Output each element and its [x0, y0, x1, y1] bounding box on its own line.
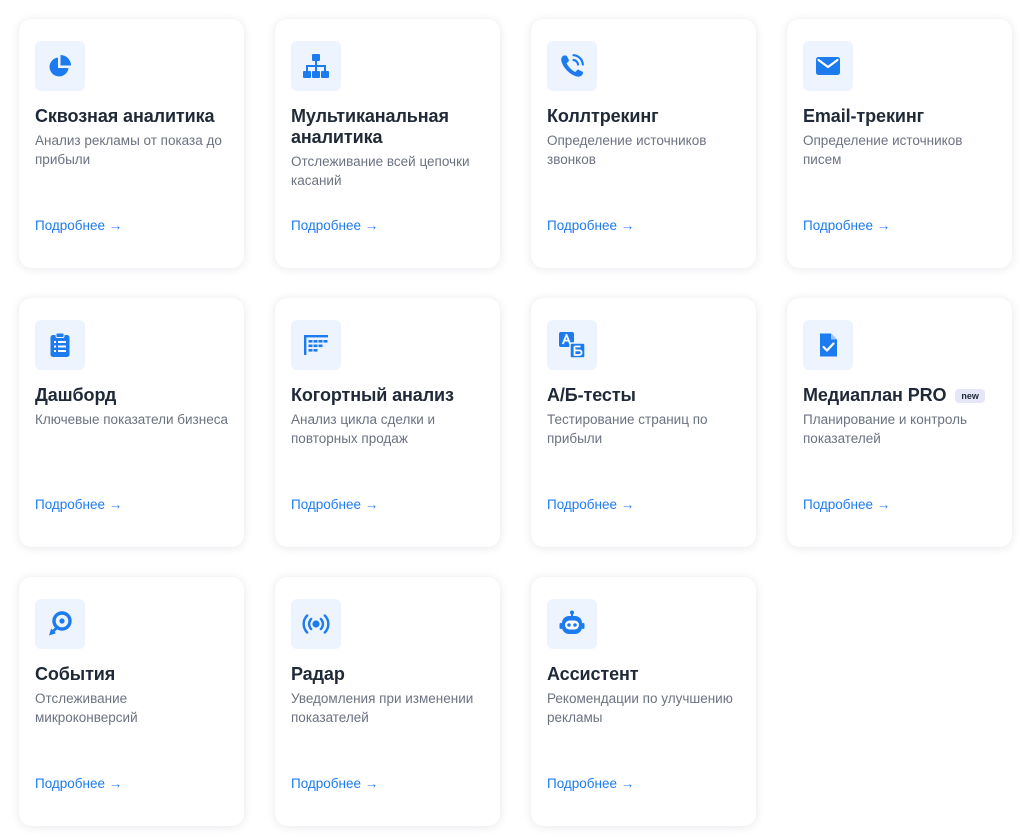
- more-link[interactable]: Подробнее →: [35, 775, 122, 793]
- product-card[interactable]: Дашборд Ключевые показатели бизнеса Подр…: [19, 298, 244, 547]
- product-card[interactable]: Коллтрекинг Определение источников звонк…: [531, 19, 756, 268]
- card-title: Мультиканальная аналитика: [291, 106, 449, 147]
- card-title: События: [35, 664, 116, 684]
- product-card[interactable]: Мультиканальная аналитика Отслеживание в…: [275, 19, 500, 268]
- more-link[interactable]: Подробнее →: [291, 217, 378, 235]
- card-description: Определение источников звонков: [547, 133, 707, 167]
- target-cursor-icon: [35, 599, 85, 649]
- card-title: Дашборд: [35, 385, 117, 405]
- product-card[interactable]: Ассистент Рекомендации по улучшению рекл…: [531, 577, 756, 826]
- product-card[interactable]: Медиаплан PRO new Планирование и контрол…: [787, 298, 1012, 547]
- card-description: Рекомендации по улучшению рекламы: [547, 691, 733, 725]
- new-badge: new: [955, 388, 985, 403]
- clipboard-list-icon: [35, 320, 85, 370]
- product-card[interactable]: Радар Уведомления при изменении показате…: [275, 577, 500, 826]
- card-title: Коллтрекинг: [547, 106, 659, 126]
- more-link[interactable]: Подробнее →: [547, 775, 634, 793]
- card-description: Планирование и контроль показателей: [803, 412, 968, 446]
- more-link[interactable]: Подробнее →: [35, 496, 122, 514]
- product-card[interactable]: Когортный анализ Анализ цикла сделки и п…: [275, 298, 500, 547]
- envelope-icon: [803, 41, 853, 91]
- document-check-icon: [803, 320, 853, 370]
- product-card[interactable]: Сквозная аналитика Анализ рекламы от пок…: [19, 19, 244, 268]
- card-description: Отслеживание микроконверсий: [35, 691, 138, 725]
- card-description: Анализ рекламы от показа до прибыли: [35, 133, 222, 167]
- hierarchy-icon: [291, 41, 341, 91]
- radar-broadcast-icon: [291, 599, 341, 649]
- ab-test-icon: [547, 320, 597, 370]
- card-title: Радар: [291, 664, 345, 684]
- card-title: Когортный анализ: [291, 385, 454, 405]
- card-description: Ключевые показатели бизнеса: [35, 412, 228, 427]
- product-card[interactable]: Email-трекинг Определение источников пис…: [787, 19, 1012, 268]
- cohort-table-icon: [291, 320, 341, 370]
- pie-chart-icon: [35, 41, 85, 91]
- more-link[interactable]: Подробнее →: [35, 217, 122, 235]
- card-description: Анализ цикла сделки и повторных продаж: [291, 412, 436, 446]
- phone-call-icon: [547, 41, 597, 91]
- robot-icon: [547, 599, 597, 649]
- product-grid: Сквозная аналитика Анализ рекламы от пок…: [19, 19, 1012, 826]
- card-title: А/Б-тесты: [547, 385, 636, 405]
- card-description: Отслеживание всей цепочки касаний: [291, 154, 470, 188]
- card-title: Ассистент: [547, 664, 639, 684]
- card-description: Тестирование страниц по прибыли: [547, 412, 708, 446]
- more-link[interactable]: Подробнее →: [547, 217, 634, 235]
- product-card[interactable]: А/Б-тесты Тестирование страниц по прибыл…: [531, 298, 756, 547]
- more-link[interactable]: Подробнее →: [803, 217, 890, 235]
- more-link[interactable]: Подробнее →: [803, 496, 890, 514]
- card-description: Уведомления при изменении показателей: [291, 691, 474, 725]
- more-link[interactable]: Подробнее →: [291, 775, 378, 793]
- more-link[interactable]: Подробнее →: [547, 496, 634, 514]
- card-title: Медиаплан PRO: [803, 385, 947, 405]
- card-title: Сквозная аналитика: [35, 106, 215, 126]
- product-card[interactable]: События Отслеживание микроконверсий Подр…: [19, 577, 244, 826]
- card-title: Email-трекинг: [803, 106, 924, 126]
- card-description: Определение источников писем: [803, 133, 963, 167]
- more-link[interactable]: Подробнее →: [291, 496, 378, 514]
